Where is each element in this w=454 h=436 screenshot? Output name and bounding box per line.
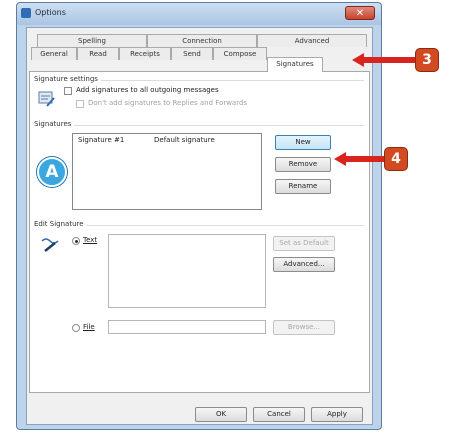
arrow-4-icon <box>334 152 386 166</box>
dont-add-replies-checkbox[interactable] <box>76 100 84 108</box>
callout-4-badge: 4 <box>384 147 408 171</box>
tab-receipts[interactable]: Receipts <box>119 47 171 60</box>
signature-name: Signature #1 <box>78 136 125 144</box>
add-signatures-label: Add signatures to all outgoing messages <box>76 86 219 94</box>
dialog-client-area: Spelling Connection Advanced General Rea… <box>26 27 373 425</box>
tab-general[interactable]: General <box>31 47 77 60</box>
tab-signatures[interactable]: Signatures <box>267 57 323 72</box>
window-title: Options <box>35 8 66 17</box>
options-dialog: Options ✕ Spelling Connection Advanced G… <box>16 2 382 430</box>
new-signature-button[interactable]: New <box>275 135 331 150</box>
edit-signature-label: Edit Signature <box>34 220 87 228</box>
tab-connection[interactable]: Connection <box>147 34 257 47</box>
signature-settings-label: Signature settings <box>34 75 101 83</box>
dont-add-replies-label: Don't add signatures to Replies and Forw… <box>88 99 248 107</box>
callout-a-badge: A <box>37 157 67 187</box>
text-radio[interactable] <box>72 237 80 245</box>
signature-text-editor[interactable] <box>108 234 266 308</box>
file-radio[interactable] <box>72 324 80 332</box>
signature-settings-icon <box>38 91 55 107</box>
cancel-button[interactable]: Cancel <box>253 407 305 422</box>
signature-file-path[interactable] <box>108 320 266 334</box>
title-bar: Options ✕ <box>17 3 381 25</box>
tab-send[interactable]: Send <box>171 47 213 60</box>
close-button[interactable]: ✕ <box>345 6 375 20</box>
advanced-button[interactable]: Advanced... <box>273 257 335 272</box>
signatures-tab-panel: Signature settings Add signatures to all… <box>29 71 370 393</box>
apply-button[interactable]: Apply <box>311 407 363 422</box>
tab-compose[interactable]: Compose <box>213 47 267 60</box>
file-radio-label: File <box>83 323 95 331</box>
signatures-group-label: Signatures <box>34 120 75 128</box>
callout-3-badge: 3 <box>415 48 439 72</box>
tab-advanced[interactable]: Advanced <box>257 34 367 47</box>
remove-signature-button[interactable]: Remove <box>275 157 331 172</box>
browse-button[interactable]: Browse... <box>273 320 335 335</box>
edit-signature-icon <box>41 238 59 252</box>
ok-button[interactable]: OK <box>195 407 247 422</box>
text-radio-label: Text <box>83 236 98 244</box>
signatures-separator <box>34 125 364 126</box>
arrow-3-icon <box>352 53 418 67</box>
rename-signature-button[interactable]: Rename <box>275 179 331 194</box>
list-item[interactable]: Signature #1 Default signature <box>74 135 260 146</box>
signature-status: Default signature <box>154 136 215 144</box>
signatures-list[interactable]: Signature #1 Default signature <box>72 133 262 210</box>
app-icon <box>21 8 31 18</box>
set-as-default-button[interactable]: Set as Default <box>273 236 335 251</box>
add-signatures-checkbox[interactable] <box>64 87 72 95</box>
tab-read[interactable]: Read <box>77 47 119 60</box>
tab-spelling[interactable]: Spelling <box>37 34 147 47</box>
